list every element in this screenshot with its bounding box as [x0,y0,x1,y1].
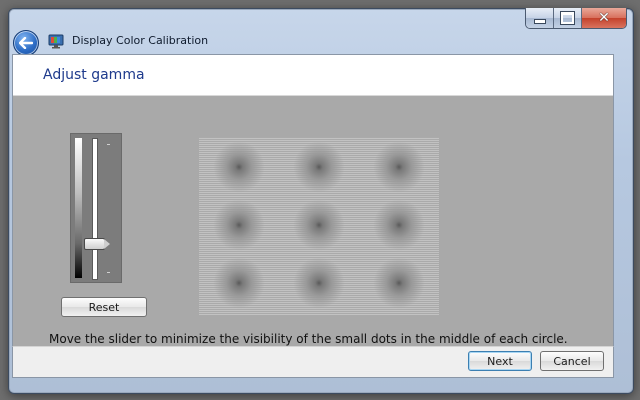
maximize-icon [560,11,575,25]
gamma-slider-thumb[interactable] [84,238,110,250]
gamma-slider-panel [70,133,122,283]
gamma-gradient-bar [75,138,82,278]
cancel-button[interactable]: Cancel [540,351,604,371]
pattern-circle [293,199,345,251]
pattern-circle [373,141,425,193]
pattern-circle [293,141,345,193]
slider-tick-bottom [107,272,110,273]
instruction-text: Move the slider to minimize the visibili… [49,332,568,346]
caption-buttons: ✕ [525,8,627,29]
pattern-circle [213,257,265,309]
reset-button[interactable]: Reset [61,297,147,317]
gamma-test-pattern [199,137,439,315]
back-arrow-icon [19,37,33,49]
slider-tick-top [107,144,110,145]
back-button[interactable] [13,30,39,56]
maximize-button[interactable] [553,8,581,28]
next-button[interactable]: Next [468,351,532,371]
pattern-circle [213,141,265,193]
display-calibration-icon [48,34,64,49]
content-area: Adjust gamma Reset Move the slider to mi… [12,54,614,348]
minimize-button[interactable] [526,8,553,28]
minimize-icon [533,19,546,24]
close-button[interactable]: ✕ [581,8,626,28]
close-icon: ✕ [598,10,610,26]
pattern-circle [373,199,425,251]
pattern-circle [293,257,345,309]
pattern-circle [373,257,425,309]
page-heading: Adjust gamma [43,67,145,83]
pattern-circle [213,199,265,251]
window-title: Display Color Calibration [72,34,209,47]
header-band: Adjust gamma [13,55,613,96]
gamma-slider-track[interactable] [92,138,98,280]
footer-bar: Next Cancel [12,346,614,378]
